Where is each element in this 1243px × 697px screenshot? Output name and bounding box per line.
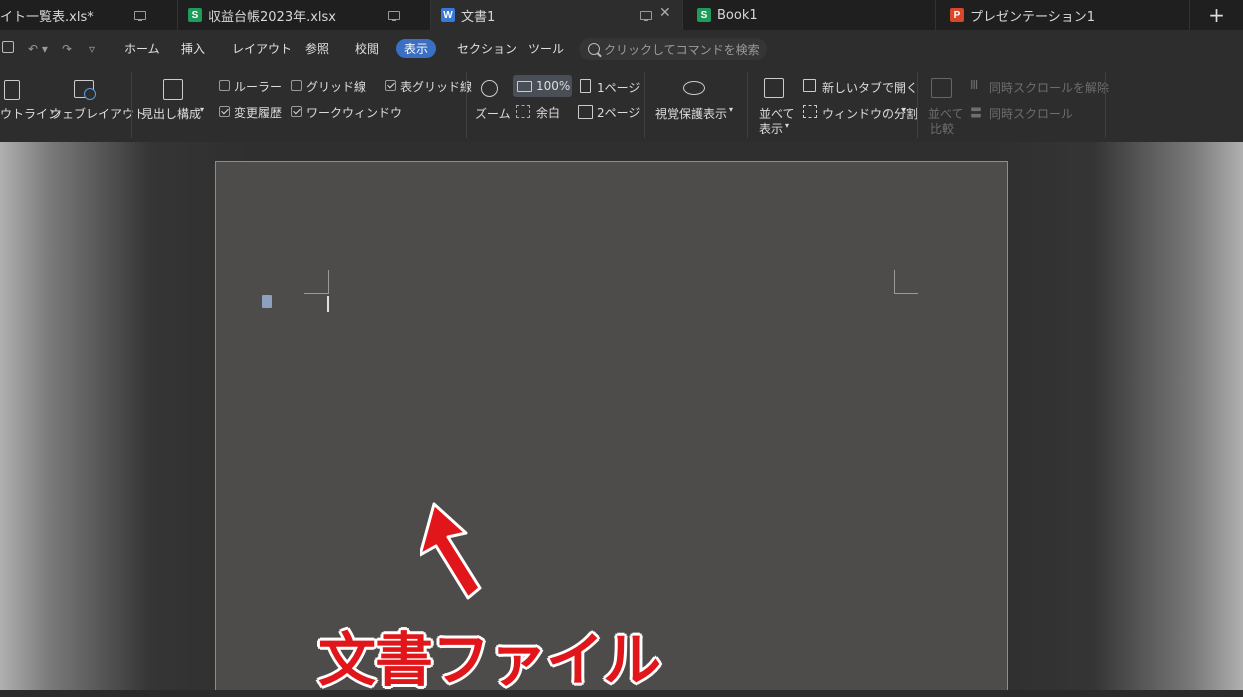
outline-icon — [4, 80, 20, 100]
tab-bar: イト一覧表.xls* S 収益台帳2023年.xlsx W 文書1 ✕ S Bo… — [0, 0, 1243, 30]
document-page[interactable] — [215, 161, 1008, 690]
gridlines-label: グリッド線 — [306, 80, 367, 94]
tab-site-list[interactable]: イト一覧表.xls* — [0, 0, 178, 30]
work-window-checkbox[interactable] — [291, 106, 302, 117]
margin-mark-top-right-horizontal — [894, 293, 918, 294]
tab-revenue-ledger[interactable]: S 収益台帳2023年.xlsx — [178, 0, 431, 30]
sync-scroll-icon: 〓 — [970, 106, 983, 120]
eye-icon — [683, 81, 705, 95]
compare-label-2[interactable]: 比較 — [930, 120, 954, 137]
undo-icon[interactable]: ↶ ▾ — [28, 42, 48, 56]
side-by-side-icon — [764, 78, 784, 98]
tab-document1[interactable]: W 文書1 ✕ — [431, 0, 683, 30]
margin-button[interactable]: 余白 — [536, 104, 560, 121]
ribbon-divider — [644, 72, 645, 138]
one-page-icon — [580, 79, 591, 93]
menu-layout[interactable]: レイアウト — [232, 40, 292, 57]
search-placeholder: クリックしてコマンドを検索 — [604, 42, 760, 57]
print-preview-icon[interactable] — [2, 41, 14, 53]
annotation-arrow — [420, 502, 482, 600]
revision-history-label: 変更履歴 — [234, 106, 283, 120]
gridlines-checkbox[interactable] — [291, 80, 302, 91]
menu-tools[interactable]: ツール — [528, 40, 564, 57]
revision-history-checkbox[interactable] — [219, 106, 230, 117]
ruler-label: ルーラー — [234, 80, 283, 94]
zoom-icon — [481, 80, 498, 97]
menu-review[interactable]: 校閲 — [355, 40, 379, 57]
tab-title: イト一覧表.xls* — [0, 9, 94, 25]
customize-icon[interactable]: ▿ — [89, 42, 95, 56]
ribbon-divider — [131, 72, 132, 138]
zoom-100-button[interactable]: 100% — [536, 79, 570, 93]
open-new-tab-button[interactable]: 新しいタブで開く — [822, 79, 918, 96]
table-gridlines-checkbox[interactable] — [385, 80, 396, 91]
eye-protection-button[interactable]: 視覚保護表示 — [655, 105, 727, 122]
work-window-label: ワークウィンドウ — [306, 106, 403, 120]
two-pages-button[interactable]: 2ページ — [597, 104, 640, 121]
ribbon: ウトライン ウェブレイアウト 見出し構成 ▾ ルーラー グリッド線 表グリッド線… — [0, 68, 1243, 143]
command-search[interactable]: クリックしてコマンドを検索 — [579, 38, 767, 60]
table-gridlines-label: 表グリッド線 — [400, 80, 473, 94]
tab-title: プレゼンテーション1 — [970, 9, 1096, 25]
presentation-icon: P — [950, 8, 964, 22]
new-tab-button[interactable]: + — [1190, 0, 1243, 30]
search-icon — [588, 43, 600, 55]
sync-scroll-release-button[interactable]: 同時スクロールを解除 — [989, 79, 1109, 96]
two-pages-icon — [578, 105, 593, 119]
ribbon-divider — [1105, 72, 1106, 138]
zoom-button[interactable]: ズーム — [475, 105, 511, 122]
monitor-icon[interactable] — [640, 11, 652, 21]
globe-icon — [84, 88, 96, 100]
tab-title: Book1 — [717, 7, 758, 23]
heading-structure-button[interactable]: 見出し構成 — [141, 105, 201, 122]
dropdown-arrow-icon: ▾ — [785, 121, 790, 130]
dropdown-arrow-icon: ▾ — [902, 105, 907, 114]
annotation-caption: 文書ファイル — [318, 626, 661, 694]
margin-mark-top-left-vertical — [328, 270, 329, 294]
menu-home[interactable]: ホーム — [124, 40, 160, 57]
monitor-icon[interactable] — [388, 11, 400, 21]
menu-insert[interactable]: 挿入 — [181, 40, 205, 57]
tab-title: 収益台帳2023年.xlsx — [208, 9, 336, 25]
redo-icon[interactable]: ↷ — [62, 42, 72, 56]
sync-scroll-release-icon: Ⅲ — [970, 78, 979, 92]
ribbon-divider — [466, 72, 467, 138]
spreadsheet-icon: S — [697, 8, 711, 22]
menu-view[interactable]: 表示 — [396, 39, 437, 58]
tab-book1[interactable]: S Book1 — [683, 0, 936, 30]
actual-size-icon — [517, 81, 532, 92]
open-new-tab-icon — [803, 79, 816, 92]
dropdown-arrow-icon: ▾ — [200, 105, 205, 114]
ribbon-divider — [747, 72, 748, 138]
margin-mark-top-right-vertical — [894, 270, 895, 294]
margin-mark-top-left-horizontal — [304, 293, 328, 294]
one-page-button[interactable]: 1ページ — [597, 79, 640, 96]
heading-structure-icon — [163, 79, 183, 100]
menu-section[interactable]: セクション — [457, 40, 517, 57]
tab-presentation1[interactable]: P プレゼンテーション1 — [936, 0, 1190, 30]
tab-title: 文書1 — [461, 9, 496, 25]
monitor-icon[interactable] — [134, 11, 146, 21]
close-icon[interactable]: ✕ — [659, 5, 671, 21]
sync-scroll-button[interactable]: 同時スクロール — [989, 105, 1073, 122]
ruler-checkbox[interactable] — [219, 80, 230, 91]
paragraph-doc-icon[interactable] — [262, 295, 272, 308]
ribbon-divider — [917, 72, 918, 138]
spreadsheet-icon: S — [188, 8, 202, 22]
compare-icon — [931, 78, 952, 98]
side-by-side-label-2[interactable]: 表示 — [759, 120, 783, 137]
writer-icon: W — [441, 8, 455, 22]
margin-icon — [516, 105, 530, 118]
menu-references[interactable]: 参照 — [305, 40, 329, 57]
menu-bar: ↶ ▾ ↷ ▿ ホーム 挿入 レイアウト 参照 校閲 表示 セクション ツール … — [0, 30, 1243, 68]
text-cursor — [327, 296, 329, 312]
dropdown-arrow-icon: ▾ — [729, 105, 734, 114]
split-window-icon — [803, 105, 817, 118]
